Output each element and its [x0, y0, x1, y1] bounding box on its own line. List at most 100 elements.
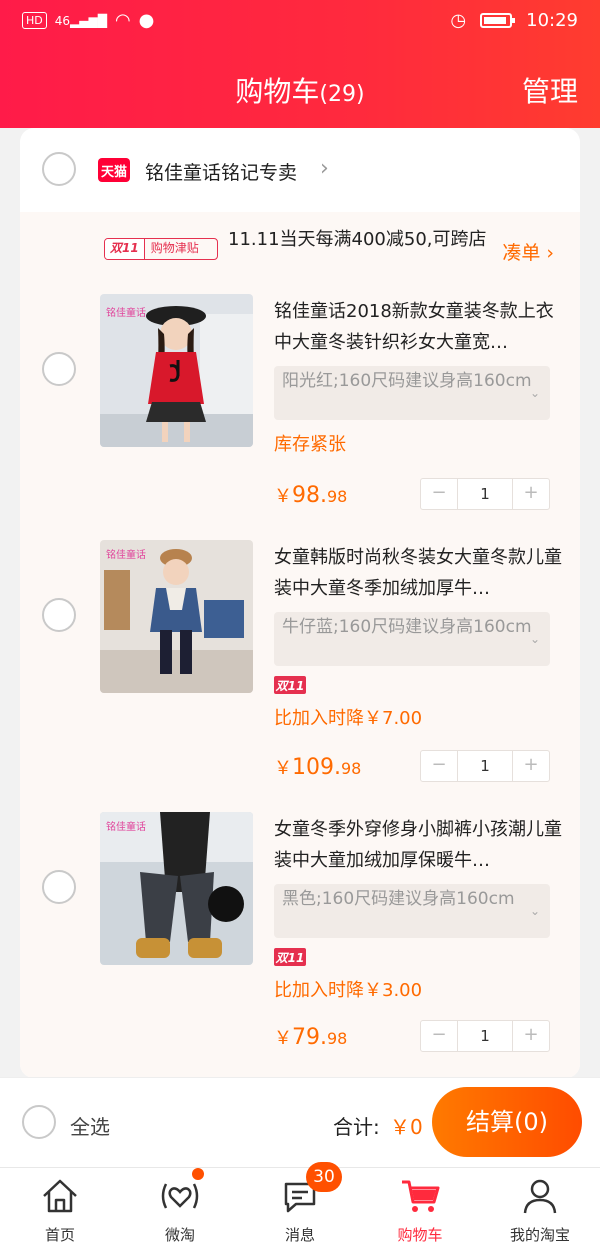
- bottom-tab-bar: 首页 微淘 30 消息 购物车 我的淘宝: [0, 1162, 600, 1247]
- product-title[interactable]: 铭佳童话2018新款女童装冬款上衣中大童冬装针织衫女大童宽…: [274, 296, 564, 358]
- tab-label: 购物车: [397, 1226, 443, 1244]
- price-integer: 109.: [292, 755, 341, 780]
- tmall-icon: 天猫: [98, 158, 130, 182]
- cart-item: 铭佳童话 女童韩版时尚秋冬装女大童冬款儿童装中大童冬季加绒加厚牛… 牛仔蓝;16…: [20, 540, 580, 800]
- increase-button[interactable]: +: [513, 751, 549, 781]
- price-decimal: 98: [327, 1029, 348, 1048]
- sku-selector[interactable]: 牛仔蓝;160尺码建议身高160cm ⌄: [274, 612, 550, 666]
- currency-symbol: ￥: [274, 758, 292, 779]
- sku-selector[interactable]: 黑色;160尺码建议身高160cm ⌄: [274, 884, 550, 938]
- cart-item: 铭佳童话 女童冬季外穿修身小脚裤小孩潮儿童装中大童加绒加厚保暖牛… 黑色;160…: [20, 812, 580, 1072]
- decrease-button[interactable]: −: [421, 751, 457, 781]
- double11-badge: 双11: [274, 676, 306, 694]
- tab-my-taobao[interactable]: 我的淘宝: [480, 1168, 600, 1247]
- home-icon: [43, 1179, 77, 1213]
- quantity-stepper: − 1 +: [420, 478, 550, 510]
- currency-symbol: ￥: [274, 1028, 292, 1049]
- select-all-label[interactable]: 全选: [70, 1111, 110, 1140]
- add-items-link[interactable]: 凑单 ›: [502, 238, 554, 265]
- price-decimal: 98: [327, 487, 348, 506]
- thumb-brand-text: 铭佳童话: [106, 820, 146, 833]
- hd-indicator: HD: [22, 12, 47, 29]
- page-title: 购物车(29): [0, 70, 600, 110]
- chat-icon: ●: [138, 10, 155, 31]
- checkout-button[interactable]: 结算(0): [432, 1087, 582, 1157]
- item-price: ￥98.98: [274, 482, 347, 508]
- title-text: 购物车: [235, 75, 320, 108]
- product-thumbnail[interactable]: 铭佳童话: [100, 812, 253, 965]
- tab-cart[interactable]: 购物车: [360, 1168, 480, 1247]
- product-title[interactable]: 女童冬季外穿修身小脚裤小孩潮儿童装中大童加绒加厚保暖牛…: [274, 814, 564, 876]
- alarm-icon: ◷: [450, 10, 467, 31]
- store-row[interactable]: 天猫 铭佳童话铭记专卖 ›: [20, 128, 580, 212]
- cart-icon: [402, 1180, 440, 1212]
- product-title[interactable]: 女童韩版时尚秋冬装女大童冬款儿童装中大童冬季加绒加厚牛…: [274, 542, 564, 604]
- notification-dot: [192, 1168, 204, 1180]
- store-card: 天猫 铭佳童话铭记专卖 › 双11 购物津贴 11.11当天每满400减50,可…: [20, 128, 580, 1078]
- item-price: ￥79.98: [274, 1024, 347, 1050]
- store-name[interactable]: 铭佳童话铭记专卖: [145, 158, 297, 185]
- clock: 10:29: [526, 10, 578, 31]
- product-thumbnail[interactable]: 铭佳童话: [100, 294, 253, 447]
- currency-symbol: ￥: [274, 486, 292, 507]
- promo-tag-allowance: 购物津贴: [150, 241, 199, 255]
- price-decimal: 98: [340, 759, 362, 778]
- quantity-value[interactable]: 1: [457, 751, 513, 781]
- tab-label: 微淘: [164, 1226, 195, 1244]
- quantity-value[interactable]: 1: [457, 1021, 513, 1051]
- tab-messages[interactable]: 30 消息: [240, 1162, 360, 1247]
- cart-item: 铭佳童话 铭佳童话2018新款女童装冬款上衣中大童冬装针织衫女大童宽… 阳光红;…: [20, 294, 580, 554]
- tab-home[interactable]: 首页: [0, 1168, 120, 1247]
- item-checkbox[interactable]: [42, 352, 76, 386]
- price-drop-note: 比加入时降￥7.00: [274, 708, 423, 729]
- item-price: ￥109.98: [274, 754, 361, 780]
- increase-button[interactable]: +: [513, 1021, 549, 1051]
- chevron-down-icon: ⌄: [529, 904, 540, 918]
- chevron-right-icon[interactable]: ›: [320, 156, 329, 181]
- store-checkbox[interactable]: [42, 152, 76, 186]
- item-checkbox[interactable]: [42, 598, 76, 632]
- quantity-stepper: − 1 +: [420, 750, 550, 782]
- wifi-icon: ◠: [114, 10, 131, 31]
- tab-label: 消息: [284, 1226, 315, 1244]
- stock-warning: 库存紧张: [274, 434, 346, 455]
- total-label: 合计:: [333, 1115, 380, 1139]
- promo-tag-d11: 双11: [105, 239, 145, 259]
- manage-button[interactable]: 管理: [522, 70, 578, 110]
- price-integer: 79.: [292, 1025, 327, 1050]
- price-drop-note: 比加入时降￥3.00: [274, 980, 423, 1001]
- chevron-down-icon: ⌄: [529, 386, 540, 400]
- quantity-stepper: − 1 +: [420, 1020, 550, 1052]
- quantity-value[interactable]: 1: [457, 479, 513, 509]
- network-type: 46: [54, 13, 71, 28]
- header: HD 46▂▄▆█ ◠ ● ◷ 10:29 购物车(29) 管理: [0, 0, 600, 128]
- sku-text: 黑色;160尺码建议身高160cm: [282, 889, 515, 909]
- decrease-button[interactable]: −: [421, 1021, 457, 1051]
- sku-selector[interactable]: 阳光红;160尺码建议身高160cm ⌄: [274, 366, 550, 420]
- tab-label: 我的淘宝: [509, 1226, 570, 1244]
- promo-tag: 双11 购物津贴: [104, 238, 218, 260]
- sku-text: 牛仔蓝;160尺码建议身高160cm: [282, 617, 532, 637]
- select-all-checkbox[interactable]: [22, 1105, 56, 1139]
- user-icon: [523, 1179, 557, 1214]
- double11-badge: 双11: [274, 948, 306, 966]
- promo-text: 11.11当天每满400减50,可跨店: [228, 229, 487, 250]
- tab-weitao[interactable]: 微淘: [120, 1168, 240, 1247]
- message-badge: 30: [306, 1162, 342, 1192]
- status-left: HD 46▂▄▆█ ◠ ●: [22, 10, 154, 31]
- heart-wave-icon: [161, 1183, 199, 1209]
- product-thumbnail[interactable]: 铭佳童话: [100, 540, 253, 693]
- cart-count: (29): [319, 82, 365, 107]
- total-value: ￥0: [390, 1115, 423, 1139]
- increase-button[interactable]: +: [513, 479, 549, 509]
- status-bar: HD 46▂▄▆█ ◠ ● ◷ 10:29: [0, 0, 600, 46]
- chevron-down-icon: ⌄: [529, 632, 540, 646]
- decrease-button[interactable]: −: [421, 479, 457, 509]
- item-checkbox[interactable]: [42, 870, 76, 904]
- battery-icon: [480, 13, 516, 28]
- signal-icon: 46▂▄▆█: [54, 13, 107, 28]
- thumb-brand-text: 铭佳童话: [106, 306, 146, 319]
- sku-text: 阳光红;160尺码建议身高160cm: [282, 371, 532, 391]
- tab-label: 首页: [44, 1226, 75, 1244]
- status-right: ◷ 10:29: [450, 10, 578, 31]
